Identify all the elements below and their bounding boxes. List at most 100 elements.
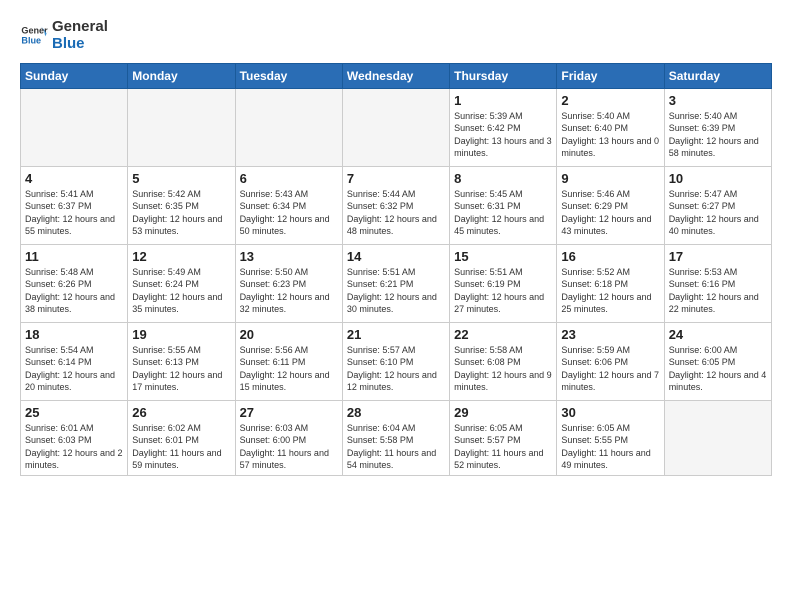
day-info: Sunrise: 5:52 AMSunset: 6:18 PMDaylight:… [561,267,651,315]
logo-blue: Blue [52,35,108,52]
day-number: 1 [454,93,552,108]
day-number: 3 [669,93,767,108]
day-info: Sunrise: 5:44 AMSunset: 6:32 PMDaylight:… [347,189,437,237]
day-info: Sunrise: 5:54 AMSunset: 6:14 PMDaylight:… [25,345,115,393]
day-info: Sunrise: 5:43 AMSunset: 6:34 PMDaylight:… [240,189,330,237]
table-row [21,88,128,166]
header: General Blue General Blue [20,18,772,53]
table-row: 15 Sunrise: 5:51 AMSunset: 6:19 PMDaylig… [450,244,557,322]
day-info: Sunrise: 5:39 AMSunset: 6:42 PMDaylight:… [454,111,552,159]
day-info: Sunrise: 5:55 AMSunset: 6:13 PMDaylight:… [132,345,222,393]
day-number: 12 [132,249,230,264]
day-number: 28 [347,405,445,420]
day-number: 22 [454,327,552,342]
day-info: Sunrise: 5:47 AMSunset: 6:27 PMDaylight:… [669,189,759,237]
svg-text:General: General [21,26,48,36]
day-number: 15 [454,249,552,264]
day-info: Sunrise: 6:05 AMSunset: 5:55 PMDaylight:… [561,423,650,471]
col-sunday: Sunday [21,63,128,88]
table-row [128,88,235,166]
day-info: Sunrise: 5:45 AMSunset: 6:31 PMDaylight:… [454,189,544,237]
day-number: 24 [669,327,767,342]
day-number: 14 [347,249,445,264]
table-row: 2 Sunrise: 5:40 AMSunset: 6:40 PMDayligh… [557,88,664,166]
logo-icon: General Blue [20,21,48,49]
day-info: Sunrise: 5:46 AMSunset: 6:29 PMDaylight:… [561,189,651,237]
table-row: 21 Sunrise: 5:57 AMSunset: 6:10 PMDaylig… [342,322,449,400]
table-row [664,400,771,475]
day-info: Sunrise: 5:56 AMSunset: 6:11 PMDaylight:… [240,345,330,393]
table-row: 22 Sunrise: 5:58 AMSunset: 6:08 PMDaylig… [450,322,557,400]
calendar-week-row: 1 Sunrise: 5:39 AMSunset: 6:42 PMDayligh… [21,88,772,166]
table-row: 25 Sunrise: 6:01 AMSunset: 6:03 PMDaylig… [21,400,128,475]
calendar-week-row: 18 Sunrise: 5:54 AMSunset: 6:14 PMDaylig… [21,322,772,400]
table-row: 27 Sunrise: 6:03 AMSunset: 6:00 PMDaylig… [235,400,342,475]
table-row: 7 Sunrise: 5:44 AMSunset: 6:32 PMDayligh… [342,166,449,244]
day-number: 27 [240,405,338,420]
day-number: 30 [561,405,659,420]
day-info: Sunrise: 5:57 AMSunset: 6:10 PMDaylight:… [347,345,437,393]
table-row: 10 Sunrise: 5:47 AMSunset: 6:27 PMDaylig… [664,166,771,244]
day-number: 6 [240,171,338,186]
calendar-header-row: Sunday Monday Tuesday Wednesday Thursday… [21,63,772,88]
calendar-week-row: 25 Sunrise: 6:01 AMSunset: 6:03 PMDaylig… [21,400,772,475]
day-info: Sunrise: 5:59 AMSunset: 6:06 PMDaylight:… [561,345,659,393]
day-info: Sunrise: 5:40 AMSunset: 6:40 PMDaylight:… [561,111,659,159]
day-number: 8 [454,171,552,186]
day-info: Sunrise: 6:04 AMSunset: 5:58 PMDaylight:… [347,423,436,471]
day-info: Sunrise: 5:40 AMSunset: 6:39 PMDaylight:… [669,111,759,159]
table-row: 14 Sunrise: 5:51 AMSunset: 6:21 PMDaylig… [342,244,449,322]
table-row: 19 Sunrise: 5:55 AMSunset: 6:13 PMDaylig… [128,322,235,400]
col-saturday: Saturday [664,63,771,88]
svg-text:Blue: Blue [21,36,41,46]
table-row: 18 Sunrise: 5:54 AMSunset: 6:14 PMDaylig… [21,322,128,400]
calendar-week-row: 11 Sunrise: 5:48 AMSunset: 6:26 PMDaylig… [21,244,772,322]
day-number: 2 [561,93,659,108]
day-info: Sunrise: 6:02 AMSunset: 6:01 PMDaylight:… [132,423,221,471]
table-row: 11 Sunrise: 5:48 AMSunset: 6:26 PMDaylig… [21,244,128,322]
col-tuesday: Tuesday [235,63,342,88]
table-row: 17 Sunrise: 5:53 AMSunset: 6:16 PMDaylig… [664,244,771,322]
table-row: 8 Sunrise: 5:45 AMSunset: 6:31 PMDayligh… [450,166,557,244]
day-info: Sunrise: 5:58 AMSunset: 6:08 PMDaylight:… [454,345,552,393]
day-number: 17 [669,249,767,264]
day-number: 10 [669,171,767,186]
col-monday: Monday [128,63,235,88]
day-info: Sunrise: 6:05 AMSunset: 5:57 PMDaylight:… [454,423,543,471]
col-thursday: Thursday [450,63,557,88]
table-row: 13 Sunrise: 5:50 AMSunset: 6:23 PMDaylig… [235,244,342,322]
day-number: 7 [347,171,445,186]
table-row: 26 Sunrise: 6:02 AMSunset: 6:01 PMDaylig… [128,400,235,475]
table-row [342,88,449,166]
day-number: 9 [561,171,659,186]
day-info: Sunrise: 5:51 AMSunset: 6:19 PMDaylight:… [454,267,544,315]
day-number: 11 [25,249,123,264]
day-info: Sunrise: 5:48 AMSunset: 6:26 PMDaylight:… [25,267,115,315]
calendar-table: Sunday Monday Tuesday Wednesday Thursday… [20,63,772,476]
table-row: 12 Sunrise: 5:49 AMSunset: 6:24 PMDaylig… [128,244,235,322]
day-number: 20 [240,327,338,342]
page: General Blue General Blue Sunday Monday … [0,0,792,612]
day-number: 19 [132,327,230,342]
day-info: Sunrise: 5:49 AMSunset: 6:24 PMDaylight:… [132,267,222,315]
logo-general: General [52,18,108,35]
day-info: Sunrise: 5:42 AMSunset: 6:35 PMDaylight:… [132,189,222,237]
table-row: 20 Sunrise: 5:56 AMSunset: 6:11 PMDaylig… [235,322,342,400]
day-number: 26 [132,405,230,420]
col-friday: Friday [557,63,664,88]
day-info: Sunrise: 6:03 AMSunset: 6:00 PMDaylight:… [240,423,329,471]
day-number: 21 [347,327,445,342]
day-info: Sunrise: 5:53 AMSunset: 6:16 PMDaylight:… [669,267,759,315]
table-row: 16 Sunrise: 5:52 AMSunset: 6:18 PMDaylig… [557,244,664,322]
day-number: 16 [561,249,659,264]
table-row: 4 Sunrise: 5:41 AMSunset: 6:37 PMDayligh… [21,166,128,244]
day-info: Sunrise: 5:51 AMSunset: 6:21 PMDaylight:… [347,267,437,315]
table-row: 3 Sunrise: 5:40 AMSunset: 6:39 PMDayligh… [664,88,771,166]
table-row: 30 Sunrise: 6:05 AMSunset: 5:55 PMDaylig… [557,400,664,475]
day-number: 4 [25,171,123,186]
table-row: 6 Sunrise: 5:43 AMSunset: 6:34 PMDayligh… [235,166,342,244]
table-row: 24 Sunrise: 6:00 AMSunset: 6:05 PMDaylig… [664,322,771,400]
table-row [235,88,342,166]
day-info: Sunrise: 5:50 AMSunset: 6:23 PMDaylight:… [240,267,330,315]
table-row: 9 Sunrise: 5:46 AMSunset: 6:29 PMDayligh… [557,166,664,244]
